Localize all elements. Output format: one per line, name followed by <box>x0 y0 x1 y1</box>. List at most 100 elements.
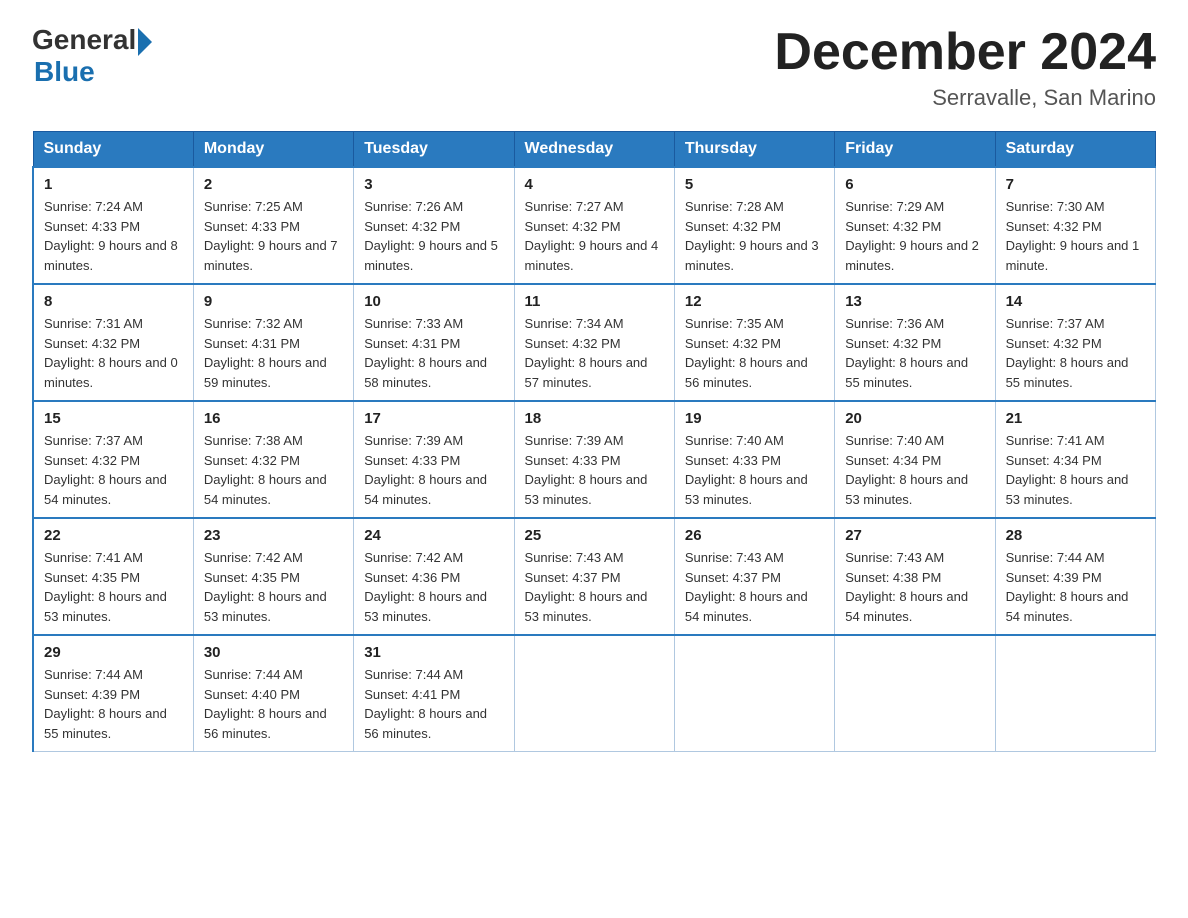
day-info: Sunrise: 7:44 AMSunset: 4:39 PMDaylight:… <box>1006 548 1145 626</box>
table-row: 12 Sunrise: 7:35 AMSunset: 4:32 PMDaylig… <box>674 284 834 401</box>
day-info: Sunrise: 7:27 AMSunset: 4:32 PMDaylight:… <box>525 197 664 275</box>
table-row: 13 Sunrise: 7:36 AMSunset: 4:32 PMDaylig… <box>835 284 995 401</box>
table-row: 10 Sunrise: 7:33 AMSunset: 4:31 PMDaylig… <box>354 284 514 401</box>
table-row: 1 Sunrise: 7:24 AMSunset: 4:33 PMDayligh… <box>33 167 193 284</box>
day-number: 21 <box>1006 410 1145 427</box>
table-row <box>674 635 834 752</box>
day-number: 18 <box>525 410 664 427</box>
calendar-table: SundayMondayTuesdayWednesdayThursdayFrid… <box>32 131 1156 752</box>
day-number: 7 <box>1006 176 1145 193</box>
day-number: 9 <box>204 293 343 310</box>
table-row: 6 Sunrise: 7:29 AMSunset: 4:32 PMDayligh… <box>835 167 995 284</box>
table-row: 9 Sunrise: 7:32 AMSunset: 4:31 PMDayligh… <box>193 284 353 401</box>
table-row: 24 Sunrise: 7:42 AMSunset: 4:36 PMDaylig… <box>354 518 514 635</box>
table-row: 7 Sunrise: 7:30 AMSunset: 4:32 PMDayligh… <box>995 167 1155 284</box>
day-number: 14 <box>1006 293 1145 310</box>
day-number: 17 <box>364 410 503 427</box>
table-row <box>835 635 995 752</box>
table-row: 16 Sunrise: 7:38 AMSunset: 4:32 PMDaylig… <box>193 401 353 518</box>
day-info: Sunrise: 7:44 AMSunset: 4:39 PMDaylight:… <box>44 665 183 743</box>
header-row: SundayMondayTuesdayWednesdayThursdayFrid… <box>33 132 1156 168</box>
day-number: 10 <box>364 293 503 310</box>
day-number: 31 <box>364 644 503 661</box>
week-row-4: 22 Sunrise: 7:41 AMSunset: 4:35 PMDaylig… <box>33 518 1156 635</box>
day-info: Sunrise: 7:43 AMSunset: 4:38 PMDaylight:… <box>845 548 984 626</box>
month-year-title: December 2024 <box>774 24 1156 81</box>
table-row: 15 Sunrise: 7:37 AMSunset: 4:32 PMDaylig… <box>33 401 193 518</box>
day-info: Sunrise: 7:41 AMSunset: 4:35 PMDaylight:… <box>44 548 183 626</box>
day-number: 28 <box>1006 527 1145 544</box>
table-row <box>995 635 1155 752</box>
week-row-3: 15 Sunrise: 7:37 AMSunset: 4:32 PMDaylig… <box>33 401 1156 518</box>
day-info: Sunrise: 7:37 AMSunset: 4:32 PMDaylight:… <box>1006 314 1145 392</box>
table-row: 25 Sunrise: 7:43 AMSunset: 4:37 PMDaylig… <box>514 518 674 635</box>
day-header-thursday: Thursday <box>674 132 834 168</box>
day-number: 8 <box>44 293 183 310</box>
day-number: 20 <box>845 410 984 427</box>
table-row: 2 Sunrise: 7:25 AMSunset: 4:33 PMDayligh… <box>193 167 353 284</box>
table-row: 8 Sunrise: 7:31 AMSunset: 4:32 PMDayligh… <box>33 284 193 401</box>
table-row: 30 Sunrise: 7:44 AMSunset: 4:40 PMDaylig… <box>193 635 353 752</box>
week-row-2: 8 Sunrise: 7:31 AMSunset: 4:32 PMDayligh… <box>33 284 1156 401</box>
day-header-saturday: Saturday <box>995 132 1155 168</box>
day-number: 5 <box>685 176 824 193</box>
day-info: Sunrise: 7:41 AMSunset: 4:34 PMDaylight:… <box>1006 431 1145 509</box>
day-info: Sunrise: 7:39 AMSunset: 4:33 PMDaylight:… <box>364 431 503 509</box>
day-info: Sunrise: 7:40 AMSunset: 4:34 PMDaylight:… <box>845 431 984 509</box>
day-number: 16 <box>204 410 343 427</box>
table-row <box>514 635 674 752</box>
day-info: Sunrise: 7:44 AMSunset: 4:41 PMDaylight:… <box>364 665 503 743</box>
day-number: 25 <box>525 527 664 544</box>
table-row: 17 Sunrise: 7:39 AMSunset: 4:33 PMDaylig… <box>354 401 514 518</box>
table-row: 14 Sunrise: 7:37 AMSunset: 4:32 PMDaylig… <box>995 284 1155 401</box>
table-row: 27 Sunrise: 7:43 AMSunset: 4:38 PMDaylig… <box>835 518 995 635</box>
logo-general-text: General <box>32 24 136 56</box>
logo-arrow-icon <box>138 28 152 56</box>
day-info: Sunrise: 7:43 AMSunset: 4:37 PMDaylight:… <box>525 548 664 626</box>
table-row: 31 Sunrise: 7:44 AMSunset: 4:41 PMDaylig… <box>354 635 514 752</box>
day-number: 26 <box>685 527 824 544</box>
table-row: 26 Sunrise: 7:43 AMSunset: 4:37 PMDaylig… <box>674 518 834 635</box>
day-header-monday: Monday <box>193 132 353 168</box>
table-row: 21 Sunrise: 7:41 AMSunset: 4:34 PMDaylig… <box>995 401 1155 518</box>
day-header-sunday: Sunday <box>33 132 193 168</box>
day-info: Sunrise: 7:24 AMSunset: 4:33 PMDaylight:… <box>44 197 183 275</box>
day-info: Sunrise: 7:32 AMSunset: 4:31 PMDaylight:… <box>204 314 343 392</box>
day-info: Sunrise: 7:25 AMSunset: 4:33 PMDaylight:… <box>204 197 343 275</box>
day-header-wednesday: Wednesday <box>514 132 674 168</box>
day-info: Sunrise: 7:40 AMSunset: 4:33 PMDaylight:… <box>685 431 824 509</box>
table-row: 23 Sunrise: 7:42 AMSunset: 4:35 PMDaylig… <box>193 518 353 635</box>
day-number: 22 <box>44 527 183 544</box>
week-row-5: 29 Sunrise: 7:44 AMSunset: 4:39 PMDaylig… <box>33 635 1156 752</box>
day-number: 29 <box>44 644 183 661</box>
day-number: 4 <box>525 176 664 193</box>
day-header-friday: Friday <box>835 132 995 168</box>
day-number: 6 <box>845 176 984 193</box>
table-row: 4 Sunrise: 7:27 AMSunset: 4:32 PMDayligh… <box>514 167 674 284</box>
table-row: 29 Sunrise: 7:44 AMSunset: 4:39 PMDaylig… <box>33 635 193 752</box>
logo: General Blue <box>32 24 152 88</box>
day-info: Sunrise: 7:29 AMSunset: 4:32 PMDaylight:… <box>845 197 984 275</box>
day-number: 1 <box>44 176 183 193</box>
day-number: 19 <box>685 410 824 427</box>
day-info: Sunrise: 7:36 AMSunset: 4:32 PMDaylight:… <box>845 314 984 392</box>
day-info: Sunrise: 7:31 AMSunset: 4:32 PMDaylight:… <box>44 314 183 392</box>
day-info: Sunrise: 7:42 AMSunset: 4:36 PMDaylight:… <box>364 548 503 626</box>
day-info: Sunrise: 7:38 AMSunset: 4:32 PMDaylight:… <box>204 431 343 509</box>
table-row: 5 Sunrise: 7:28 AMSunset: 4:32 PMDayligh… <box>674 167 834 284</box>
day-number: 30 <box>204 644 343 661</box>
table-row: 18 Sunrise: 7:39 AMSunset: 4:33 PMDaylig… <box>514 401 674 518</box>
table-row: 22 Sunrise: 7:41 AMSunset: 4:35 PMDaylig… <box>33 518 193 635</box>
table-row: 20 Sunrise: 7:40 AMSunset: 4:34 PMDaylig… <box>835 401 995 518</box>
day-number: 12 <box>685 293 824 310</box>
day-number: 3 <box>364 176 503 193</box>
location-subtitle: Serravalle, San Marino <box>774 85 1156 111</box>
day-info: Sunrise: 7:34 AMSunset: 4:32 PMDaylight:… <box>525 314 664 392</box>
table-row: 3 Sunrise: 7:26 AMSunset: 4:32 PMDayligh… <box>354 167 514 284</box>
day-number: 13 <box>845 293 984 310</box>
day-number: 2 <box>204 176 343 193</box>
day-info: Sunrise: 7:42 AMSunset: 4:35 PMDaylight:… <box>204 548 343 626</box>
day-info: Sunrise: 7:44 AMSunset: 4:40 PMDaylight:… <box>204 665 343 743</box>
day-info: Sunrise: 7:28 AMSunset: 4:32 PMDaylight:… <box>685 197 824 275</box>
day-info: Sunrise: 7:30 AMSunset: 4:32 PMDaylight:… <box>1006 197 1145 275</box>
